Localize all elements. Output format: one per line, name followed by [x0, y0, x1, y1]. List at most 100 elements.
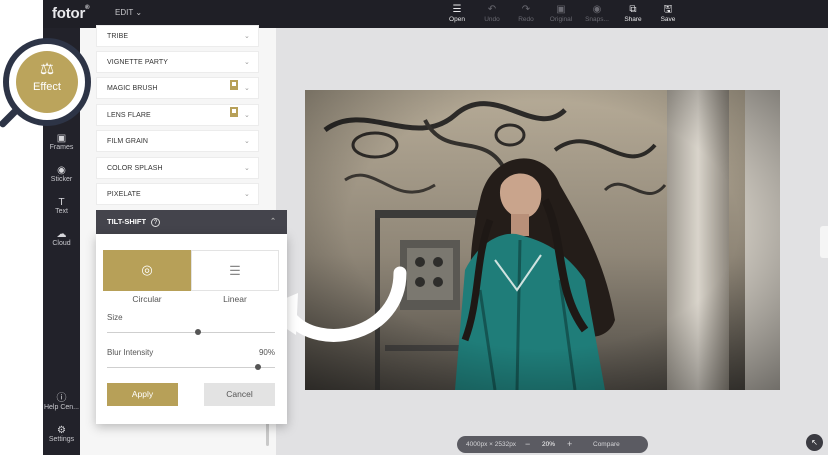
sidebar-frames-label: Frames	[49, 144, 74, 151]
sidebar-item-frames[interactable]: ▣ Frames	[43, 133, 80, 151]
redo-button[interactable]: ↷ Redo	[509, 3, 543, 27]
sidebar-item-text[interactable]: T Text	[43, 197, 80, 215]
size-label: Size	[107, 313, 123, 322]
chevron-down-icon: ⌄	[244, 59, 250, 66]
chevron-down-icon: ⌄	[244, 33, 250, 40]
chevron-down-icon: ⌄	[244, 191, 250, 198]
effect-item[interactable]: COLOR SPLASH ⌄	[96, 157, 259, 179]
blur-intensity-label: Blur Intensity	[107, 348, 154, 357]
logo[interactable]: fotor®	[52, 5, 90, 22]
share-icon: ⧉	[629, 4, 637, 15]
sidebar-item-sticker[interactable]: ◉ Sticker	[43, 165, 80, 183]
blur-intensity-slider-thumb[interactable]	[255, 364, 262, 370]
sidebar-help-label: Help Cen...	[43, 404, 80, 411]
zoom-status-bar: 4000px × 2532px − 20% + Compare	[457, 436, 648, 453]
chevron-down-icon: ⌄	[244, 165, 250, 172]
snapshot-icon: ◉	[592, 4, 602, 15]
cancel-button[interactable]: Cancel	[204, 383, 275, 406]
help-icon: ⓘ	[56, 393, 67, 404]
lines-icon: ☰	[229, 263, 241, 278]
mode-linear-button[interactable]: ☰	[191, 250, 279, 291]
logo-text: fotor	[52, 5, 86, 22]
cloud-icon: ☁	[56, 229, 67, 240]
blur-intensity-value: 90%	[258, 348, 275, 357]
effect-item[interactable]: LENS FLARE ⌄	[96, 104, 259, 126]
top-bar: fotor® EDIT ⌄ ☰ Open ↶ Undo ↷ Redo ▣ Origina…	[43, 0, 828, 28]
undo-button[interactable]: ↶ Undo	[475, 3, 509, 27]
effect-item[interactable]: MAGIC BRUSH ⌄	[96, 77, 259, 99]
sidebar-item-cloud[interactable]: ☁ Cloud	[43, 229, 80, 247]
zoom-in-button[interactable]: +	[567, 436, 572, 453]
share-button[interactable]: ⧉ Share	[616, 3, 650, 27]
right-panel-toggle[interactable]	[820, 226, 828, 258]
logo-mark: ®	[85, 5, 90, 11]
help-icon[interactable]: ?	[151, 218, 161, 227]
frames-icon: ▣	[56, 133, 67, 144]
edit-menu-label: EDIT	[115, 8, 134, 17]
redo-label: Redo	[518, 16, 534, 23]
sidebar-effect-label: Effect	[33, 81, 61, 93]
tilt-shift-title: TILT-SHIFT	[107, 217, 147, 226]
mode-circular-button[interactable]: ◎	[103, 250, 191, 291]
zoom-level: 20%	[542, 441, 556, 448]
sticker-icon: ◉	[57, 165, 66, 176]
undo-icon: ↶	[487, 4, 497, 15]
chevron-down-icon: ⌄	[244, 85, 250, 92]
effect-item[interactable]: FILM GRAIN ⌄	[96, 130, 259, 152]
effect-item[interactable]: VIGNETTE PARTY ⌄	[96, 51, 259, 73]
original-label: Original	[549, 16, 573, 23]
size-slider[interactable]	[107, 329, 275, 335]
effect-label: LENS FLARE	[107, 112, 151, 119]
image-dimensions: 4000px × 2532px	[466, 441, 517, 448]
effect-label: MAGIC BRUSH	[107, 85, 158, 92]
snapshot-button[interactable]: ◉ Snaps...	[580, 3, 614, 27]
magnifier-highlight: ⚖ Effect	[3, 38, 91, 126]
chevron-down-icon: ⌄	[244, 112, 250, 119]
edit-menu[interactable]: EDIT ⌄	[115, 8, 142, 17]
mode-circular-label: Circular	[132, 294, 162, 304]
compare-icon: ▣	[556, 4, 566, 15]
open-button[interactable]: ☰ Open	[440, 3, 474, 27]
circle-target-icon: ◎	[141, 262, 153, 277]
blur-intensity-slider[interactable]	[107, 364, 275, 370]
redo-icon: ↷	[521, 4, 531, 15]
save-label: Save	[660, 16, 676, 23]
sidebar-sticker-label: Sticker	[50, 176, 73, 183]
chevron-down-icon: ⌄	[135, 8, 143, 17]
save-button[interactable]: 🖫 Save	[651, 3, 685, 27]
effect-item[interactable]: PIXELATE ⌄	[96, 183, 259, 205]
open-label: Open	[449, 16, 465, 23]
premium-bookmark-icon	[230, 107, 238, 117]
tilt-shift-header[interactable]: TILT-SHIFT? ⌃	[96, 210, 287, 234]
sidebar-item-effect[interactable]: ⚖ Effect	[16, 51, 78, 113]
sidebar-item-settings[interactable]: ⚙ Settings	[43, 425, 80, 443]
mode-linear-label: Linear	[223, 294, 247, 304]
sidebar-text-label: Text	[55, 208, 68, 215]
sidebar-settings-label: Settings	[48, 436, 75, 443]
effect-item[interactable]: TRIBE ⌄	[96, 25, 259, 47]
apply-button[interactable]: Apply	[107, 383, 178, 406]
text-icon: T	[58, 197, 65, 208]
flask-icon: ⚖	[39, 61, 55, 78]
effect-label: FILM GRAIN	[107, 138, 149, 145]
zoom-out-button[interactable]: −	[525, 436, 530, 453]
menu-icon: ☰	[452, 4, 462, 15]
size-slider-thumb[interactable]	[194, 329, 201, 335]
sidebar-item-help[interactable]: ⓘ Help Cen...	[43, 393, 80, 411]
effect-label: PIXELATE	[107, 191, 141, 198]
share-label: Share	[624, 16, 642, 23]
tilt-shift-panel: ◎ ☰ Circular Linear Size Blur Intensity …	[96, 234, 287, 424]
effect-label: COLOR SPLASH	[107, 165, 163, 172]
save-icon: 🖫	[663, 4, 673, 15]
arrow-diagonal-icon: ↖	[811, 438, 818, 447]
fit-screen-button[interactable]: ↖	[806, 434, 823, 451]
compare-button[interactable]: Compare	[593, 436, 620, 453]
chevron-up-icon: ⌃	[270, 218, 276, 225]
effect-label: TRIBE	[107, 33, 129, 40]
app-window: fotor® EDIT ⌄ ☰ Open ↶ Undo ↷ Redo ▣ Origina…	[0, 0, 828, 455]
gear-icon: ⚙	[57, 425, 66, 436]
undo-label: Undo	[484, 16, 500, 23]
sidebar-cloud-label: Cloud	[52, 240, 71, 247]
premium-bookmark-icon	[230, 80, 238, 90]
original-button[interactable]: ▣ Original	[544, 3, 578, 27]
